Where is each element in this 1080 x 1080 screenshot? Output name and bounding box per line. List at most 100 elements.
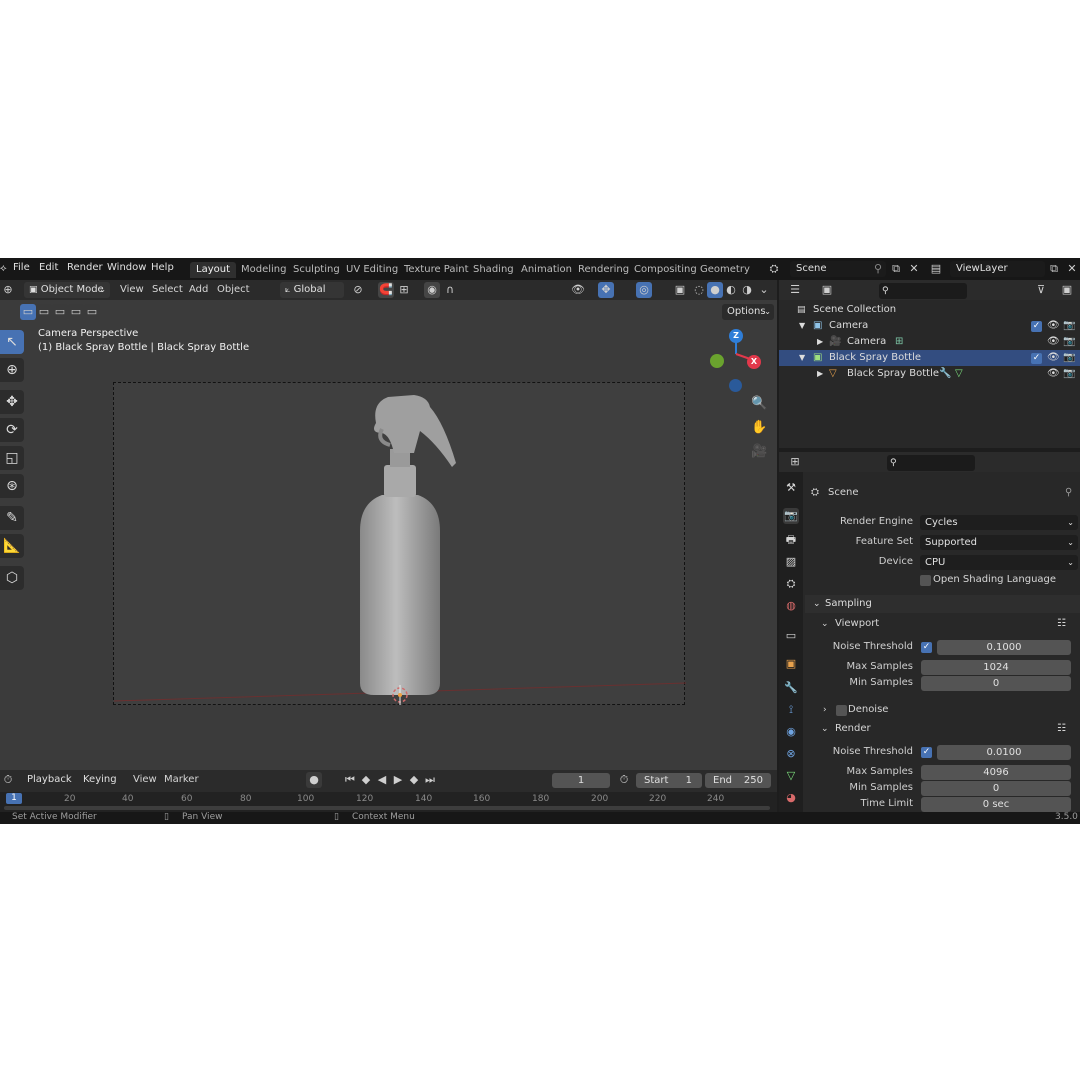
tab-sculpting[interactable]: Sculpting: [287, 262, 346, 278]
osl-checkbox[interactable]: [920, 575, 931, 586]
display-mode-icon[interactable]: ▣: [819, 282, 835, 298]
add-cube-tool-icon[interactable]: ⬡: [0, 566, 24, 590]
tab-compositing[interactable]: Compositing: [628, 262, 703, 278]
3d-viewport[interactable]: ⊕ ▣ Object Mode ⌄ View Select Add Object…: [0, 280, 777, 770]
material-preview-icon[interactable]: ◐: [723, 282, 739, 298]
new-scene-icon[interactable]: ⧉: [888, 261, 904, 277]
options-dropdown[interactable]: Options ⌄: [722, 304, 774, 320]
tab-geometry-nodes[interactable]: Geometry Noc: [694, 262, 770, 278]
object-mode-dropdown[interactable]: ▣ Object Mode ⌄: [24, 282, 110, 298]
gizmo-y-axis[interactable]: [710, 354, 724, 368]
outliner-row-bottle-object[interactable]: ▶ ▽ Black Spray Bottle 🔧 ▽ 👁 📷: [779, 366, 1080, 382]
cursor-tool-icon[interactable]: ⊕: [0, 358, 24, 382]
editor-type-icon[interactable]: ⊕: [0, 282, 16, 298]
stopwatch-icon[interactable]: ⏱: [616, 772, 632, 788]
exclude-checkbox[interactable]: ✓: [1031, 321, 1042, 332]
new-viewlayer-icon[interactable]: ⧉: [1046, 261, 1062, 277]
playback-menu[interactable]: Playback: [22, 772, 76, 788]
vp-noise-threshold-checkbox[interactable]: ✓: [921, 642, 932, 653]
snap-icon[interactable]: 🧲: [378, 282, 394, 298]
start-frame-field[interactable]: Start 1: [636, 773, 702, 788]
play-reverse-icon[interactable]: ◀: [374, 772, 390, 788]
menu-edit[interactable]: Edit: [39, 262, 58, 273]
next-keyframe-icon[interactable]: ◆: [406, 772, 422, 788]
rotate-tool-icon[interactable]: ⟳: [0, 418, 24, 442]
select-intersect-icon[interactable]: ▭: [84, 304, 100, 320]
menu-add[interactable]: Add: [189, 283, 208, 297]
current-frame-field[interactable]: 1: [552, 773, 610, 788]
menu-view[interactable]: View: [120, 283, 144, 297]
tab-animation[interactable]: Animation: [515, 262, 578, 278]
timeline-editor-icon[interactable]: ⏱: [0, 772, 16, 788]
outliner-row-bottle-collection[interactable]: ▼ ▣ Black Spray Bottle ✓ 👁 📷: [779, 350, 1080, 366]
scale-tool-icon[interactable]: ◱: [0, 446, 24, 470]
snap-target-icon[interactable]: ⊞: [396, 282, 412, 298]
transform-orientation-dropdown[interactable]: ⟀ Global: [280, 282, 344, 298]
vp-noise-threshold-field[interactable]: 0.1000: [937, 640, 1071, 655]
render-camera-icon[interactable]: 📷: [1063, 335, 1075, 349]
render-engine-dropdown[interactable]: Cycles ⌄: [920, 515, 1078, 530]
outliner[interactable]: ☰ ▣ ⚲ ⊽ ▣ ▤ Scene Collection ▼ ▣ Camera …: [779, 280, 1080, 448]
menu-object[interactable]: Object: [217, 283, 250, 297]
visibility-icon[interactable]: 👁: [570, 282, 586, 298]
tab-uv-editing[interactable]: UV Editing: [340, 262, 404, 278]
new-collection-icon[interactable]: ▣: [1059, 282, 1075, 298]
tab-texture-paint[interactable]: Texture Paint: [398, 262, 475, 278]
gizmo-x-axis[interactable]: X: [747, 355, 761, 369]
viewlayer-field[interactable]: ViewLayer: [950, 261, 1045, 277]
device-dropdown[interactable]: CPU ⌄: [920, 555, 1078, 570]
time-limit-field[interactable]: 0 sec: [921, 797, 1071, 812]
eye-icon[interactable]: 👁: [1047, 351, 1060, 365]
scene-tab-icon[interactable]: ⛭: [783, 576, 799, 592]
navigation-gizmo[interactable]: Z X: [700, 324, 770, 394]
select-invert-icon[interactable]: ▭: [68, 304, 84, 320]
gizmo-toggle-icon[interactable]: ✥: [598, 282, 614, 298]
timeline-scrollbar[interactable]: [4, 806, 770, 810]
render-camera-icon[interactable]: 📷: [1063, 351, 1075, 365]
play-icon[interactable]: ▶: [390, 772, 406, 788]
outliner-editor-icon[interactable]: ☰: [787, 282, 803, 298]
zoom-icon[interactable]: 🔍: [751, 396, 767, 412]
outliner-row-camera-object[interactable]: ▶ 🎥 Camera ⊞ 👁 📷: [779, 334, 1080, 350]
blender-logo-icon[interactable]: ⟡: [0, 262, 7, 276]
menu-render[interactable]: Render: [67, 262, 103, 273]
overlay-toggle-icon[interactable]: ◎: [636, 282, 652, 298]
timeline-marker-menu[interactable]: Marker: [164, 773, 199, 787]
eye-icon[interactable]: 👁: [1047, 319, 1060, 333]
physics-tab-icon[interactable]: ◉: [783, 724, 799, 740]
record-icon[interactable]: ●: [306, 772, 322, 788]
expand-arrow-icon[interactable]: ▶: [817, 367, 823, 381]
menu-select[interactable]: Select: [152, 283, 183, 297]
falloff-icon[interactable]: ∩: [442, 282, 458, 298]
tab-rendering[interactable]: Rendering: [572, 262, 635, 278]
eye-icon[interactable]: 👁: [1047, 367, 1060, 381]
delete-scene-icon[interactable]: ✕: [906, 261, 922, 277]
render-camera-icon[interactable]: 📷: [1063, 319, 1075, 333]
vp-min-samples-field[interactable]: 0: [921, 676, 1071, 691]
timeline-view-menu[interactable]: View: [133, 773, 157, 787]
outliner-search-input[interactable]: ⚲: [879, 283, 967, 299]
annotate-tool-icon[interactable]: ✎: [0, 506, 24, 530]
r-max-samples-field[interactable]: 4096: [921, 765, 1071, 780]
wireframe-shading-icon[interactable]: ◌: [691, 282, 707, 298]
denoise-checkbox[interactable]: [836, 705, 847, 716]
expand-arrow-icon[interactable]: ▼: [799, 351, 805, 365]
outliner-row-scene-collection[interactable]: ▤ Scene Collection: [779, 302, 1080, 318]
render-subpanel-header[interactable]: ⌄ Render ☷: [815, 720, 1080, 738]
expand-arrow-icon[interactable]: ▼: [799, 319, 805, 333]
transform-tool-icon[interactable]: ⊛: [0, 474, 24, 498]
move-tool-icon[interactable]: ✥: [0, 390, 24, 414]
keying-menu[interactable]: Keying: [78, 772, 124, 788]
frame-ruler[interactable]: 1 20 40 60 80 100 120 140 160 180 200 22…: [0, 792, 777, 812]
prev-keyframe-icon[interactable]: ◆: [358, 772, 374, 788]
list-menu-icon[interactable]: ☷: [1057, 615, 1066, 633]
scene-selector-icon[interactable]: ⛭: [766, 261, 782, 277]
pan-hand-icon[interactable]: ✋: [751, 420, 767, 436]
proportional-editing-icon[interactable]: ◉: [424, 282, 440, 298]
menu-file[interactable]: File: [13, 262, 30, 273]
spray-bottle-model[interactable]: [114, 383, 686, 706]
jump-start-icon[interactable]: ⏮: [342, 772, 358, 788]
r-noise-threshold-field[interactable]: 0.0100: [937, 745, 1071, 760]
camera-view-icon[interactable]: 🎥: [751, 444, 767, 460]
shading-options-icon[interactable]: ⌄: [756, 282, 772, 298]
